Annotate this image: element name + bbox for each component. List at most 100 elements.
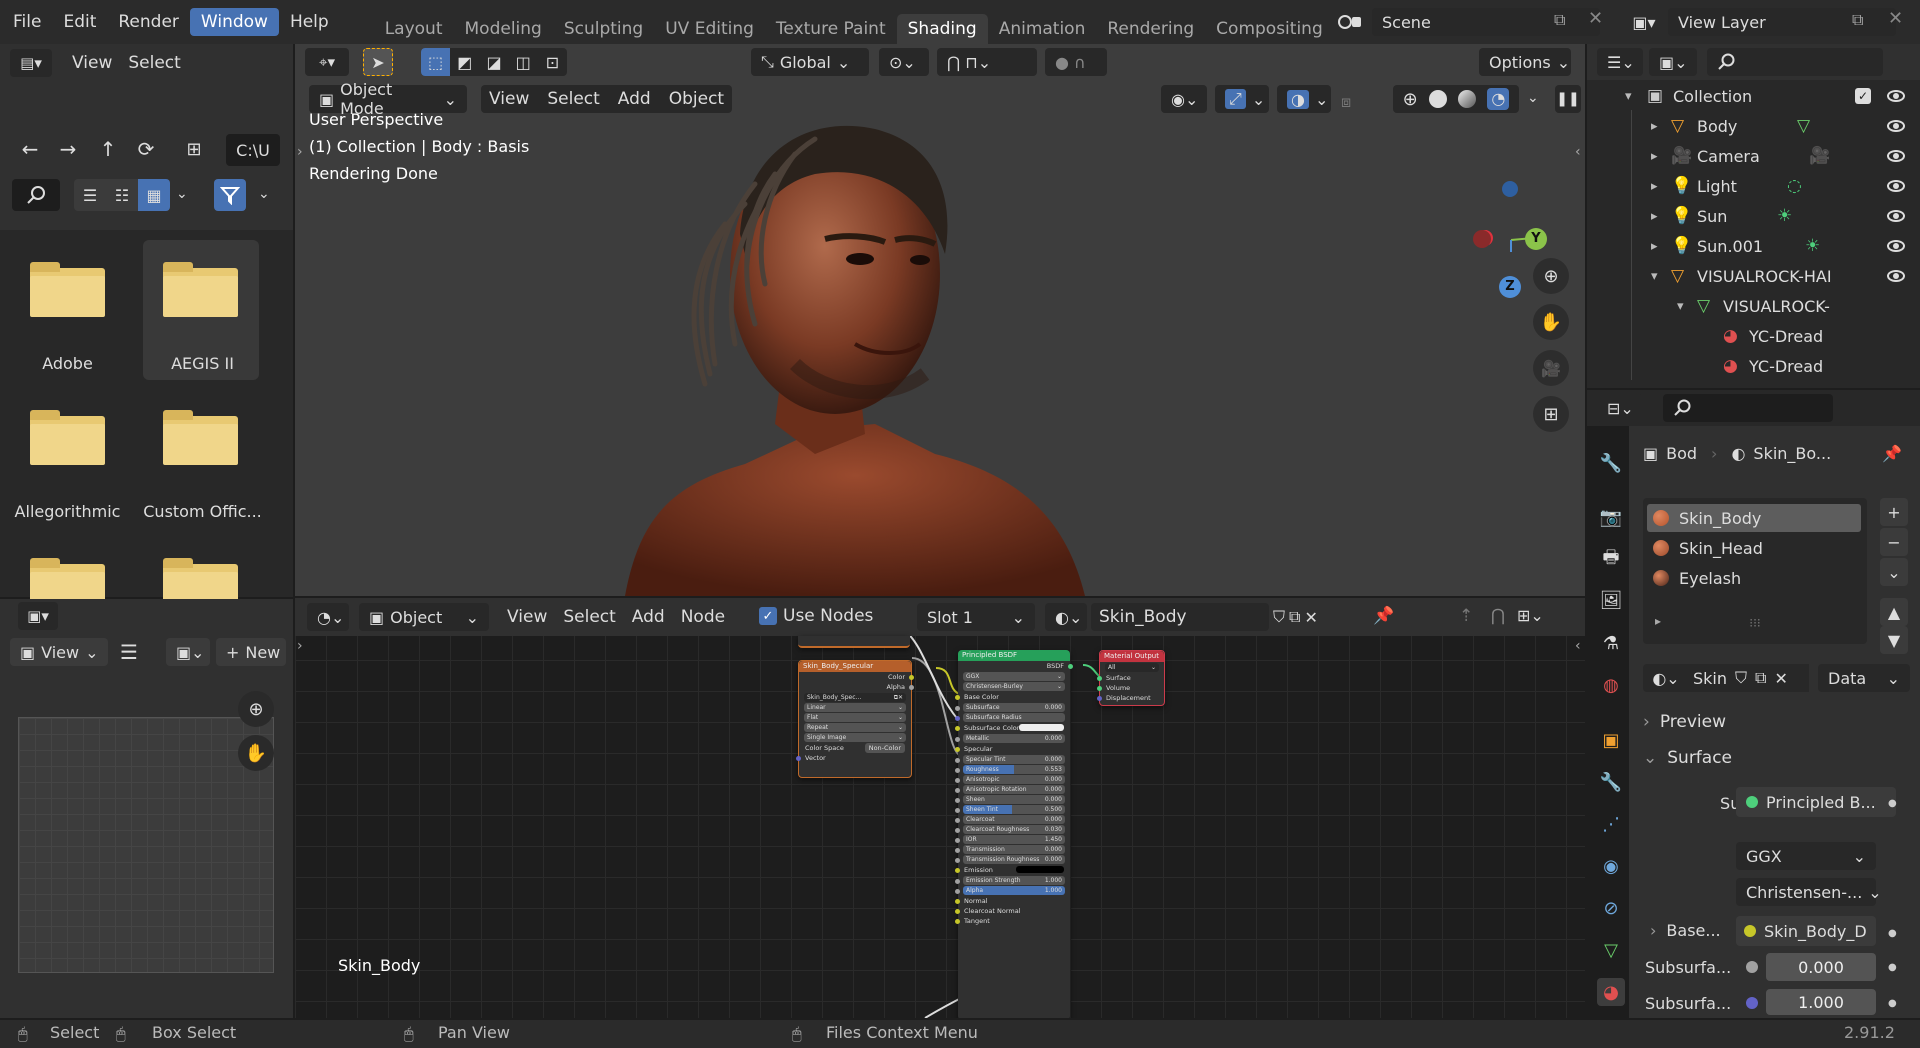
subsurface-method-dropdown[interactable]: Christensen-... ⌄ [1736, 878, 1882, 906]
bsdf-input-row[interactable]: Anisotropic Rotation 0.000 [955, 785, 1065, 794]
socket[interactable] [955, 798, 960, 803]
outliner-search-field[interactable] [1707, 48, 1883, 76]
snap-node-icon[interactable]: ⋂ [1491, 606, 1505, 626]
outliner-item[interactable]: ▸ 💡 Sun ☀ [1587, 201, 1920, 231]
tool-tab-icon[interactable]: 🔧 [1597, 449, 1625, 477]
material-output-node[interactable]: Material Output All ⌄ Surface Volume Disp… [1097, 650, 1165, 706]
parent-dir-icon[interactable]: ↑ [92, 134, 124, 164]
socket[interactable] [955, 788, 960, 793]
distribution-dropdown[interactable]: GGX ⌄ [963, 672, 1065, 681]
resize-grip-icon[interactable]: ⁝⁝⁝ [1643, 616, 1867, 630]
socket[interactable] [909, 675, 914, 680]
zoom-view-icon[interactable]: ⊕ [1533, 258, 1569, 294]
pan-hand-icon[interactable]: ✋ [238, 735, 274, 771]
horizontal-list-icon[interactable]: ☷ [106, 179, 138, 211]
gizmo-y-axis[interactable]: Y [1525, 228, 1547, 250]
material-name-field[interactable]: Skin ⛉ ⧉ ✕ [1689, 664, 1809, 692]
material-browse-icon[interactable]: ◐⌄ [1643, 664, 1689, 692]
pan-view-hand-icon[interactable]: ✋ [1533, 304, 1569, 340]
3d-viewport[interactable]: ⌖▾ ➤ ⬚ ◩ ◪ ◫ ⊡ ⤡ Global ⌄ ⊙⌄ ⋂ ⊓⌄ ● ∩ Opti… [295, 44, 1585, 596]
socket[interactable] [955, 768, 960, 773]
outliner-item[interactable]: ◕ YC-Dread [1587, 321, 1920, 351]
eye-icon[interactable] [1887, 210, 1905, 222]
subsurface-method-dropdown[interactable]: Christensen-Burley ⌄ [963, 682, 1065, 691]
socket[interactable] [955, 758, 960, 763]
new-image-button[interactable]: + New [215, 638, 286, 666]
socket[interactable] [955, 747, 960, 752]
search-icon[interactable] [12, 179, 60, 211]
interpolation-dropdown[interactable]: Linear ⌄ [804, 703, 906, 712]
delete-view-layer-icon[interactable]: ✕ [1888, 8, 1903, 29]
use-nodes-toggle[interactable]: ✓ Use Nodes [759, 606, 873, 626]
node-output-alpha[interactable]: Alpha [799, 682, 914, 692]
extension-dropdown[interactable]: Repeat ⌄ [804, 723, 906, 732]
view-layer-icon[interactable]: ▣▾ [1622, 8, 1666, 36]
toolbar-toggle-icon[interactable]: › [297, 144, 303, 160]
bsdf-input-row[interactable]: Specular Tint 0.000 [955, 755, 1065, 764]
subsurface-radius-field[interactable]: 1.000 [1766, 989, 1876, 1015]
color-space-row[interactable]: Color Space Non-Color [799, 743, 911, 753]
node-menu-select[interactable]: Select [555, 603, 623, 631]
data-tab-icon[interactable]: ▽ [1597, 936, 1625, 964]
perspective-grid-icon[interactable]: ⊞ [1533, 396, 1569, 432]
node-toolbar-toggle-icon[interactable]: › [297, 638, 303, 654]
workspace-tab-modeling[interactable]: Modeling [454, 14, 553, 44]
projection-dropdown[interactable]: Flat ⌄ [804, 713, 906, 722]
workspace-tab-animation[interactable]: Animation [988, 14, 1097, 44]
node-input-volume[interactable]: Volume [1097, 683, 1164, 693]
outliner-item[interactable]: ▸ 💡 Sun.001 ☀ [1587, 231, 1920, 261]
fb-menu-view[interactable]: View [64, 49, 120, 77]
fb-menu-select[interactable]: Select [120, 49, 188, 77]
shader-node-editor[interactable]: ◔⌄ ▣ Object ⌄ View Select Add Node ✓ Use N… [295, 598, 1585, 1018]
back-icon[interactable]: ← [14, 134, 46, 164]
bsdf-input-row[interactable]: Anisotropic 0.000 [955, 775, 1065, 784]
gizmo-z-axis[interactable]: Z [1499, 276, 1521, 298]
eye-icon[interactable] [1887, 270, 1905, 282]
workspace-tab-compositing[interactable]: Compositing [1205, 14, 1334, 44]
material-slot[interactable]: Skin_Head [1647, 534, 1861, 562]
socket[interactable] [955, 899, 960, 904]
node-menu-add[interactable]: Add [624, 603, 673, 631]
menu-icon[interactable]: ☰ [120, 640, 138, 664]
folder-item[interactable] [163, 410, 238, 465]
physics-tab-icon[interactable]: ◉ [1597, 852, 1625, 880]
outliner-item[interactable]: ▸ 🎥 Camera 🎥 [1587, 141, 1920, 171]
principled-bsdf-node[interactable]: Principled BSDF BSDF GGX ⌄ Christensen-Bu… [955, 650, 1073, 1018]
bsdf-input-row[interactable]: Clearcoat Normal [955, 906, 1070, 916]
camera-view-icon[interactable]: 🎥 [1533, 350, 1569, 386]
pin-icon[interactable]: 📌 [1882, 444, 1902, 463]
socket[interactable] [909, 685, 914, 690]
image-browse-icon[interactable]: ▣⌄ [165, 638, 210, 666]
view-layer-tab-icon[interactable]: 🖼 [1597, 586, 1625, 614]
unlink-material-icon[interactable]: ✕ [1774, 669, 1787, 688]
workspace-tab-layout[interactable]: Layout [374, 14, 454, 44]
color-swatch[interactable] [1016, 866, 1064, 873]
material-slot[interactable]: Skin_Body [1647, 504, 1861, 532]
workspace-tab-rendering[interactable]: Rendering [1096, 14, 1205, 44]
expand-right-icon[interactable]: ▸ [1651, 149, 1658, 164]
exclude-checkbox-icon[interactable]: ✓ [1855, 88, 1871, 104]
thumbnails-icon[interactable]: ▦ [138, 179, 170, 211]
editor-type-icon[interactable]: ▤▾ [10, 49, 52, 77]
shader-type-dropdown[interactable]: ▣ Object ⌄ [359, 603, 489, 631]
node-editor-type-icon[interactable]: ◔⌄ [307, 603, 349, 631]
outliner-item[interactable]: ▾ ▣ Collection ✓ [1587, 81, 1920, 111]
socket[interactable] [796, 756, 801, 761]
source-dropdown[interactable]: Single Image ⌄ [804, 733, 906, 742]
path-field[interactable]: C:\U [226, 134, 280, 166]
socket[interactable] [955, 695, 960, 700]
scene-tab-icon[interactable]: ⚗ [1597, 629, 1625, 657]
workspace-tab-texture-paint[interactable]: Texture Paint [765, 14, 897, 44]
display-mode-icon[interactable]: ▣⌄ [1649, 48, 1697, 76]
duplicate-material-icon[interactable]: ⧉ [1755, 668, 1766, 688]
bsdf-input-row[interactable]: Emission Strength 1.000 [955, 876, 1065, 885]
remove-slot-icon[interactable]: − [1880, 528, 1908, 556]
modifier-tab-icon[interactable]: 🔧 [1597, 768, 1625, 796]
add-slot-icon[interactable]: + [1880, 498, 1908, 526]
node-input-vector[interactable]: Vector [796, 753, 911, 763]
socket[interactable] [955, 828, 960, 833]
expand-right-icon[interactable]: ▸ [1651, 209, 1658, 224]
socket[interactable] [955, 889, 960, 894]
node-input-surface[interactable]: Surface [1097, 673, 1164, 683]
eye-icon[interactable] [1887, 120, 1905, 132]
